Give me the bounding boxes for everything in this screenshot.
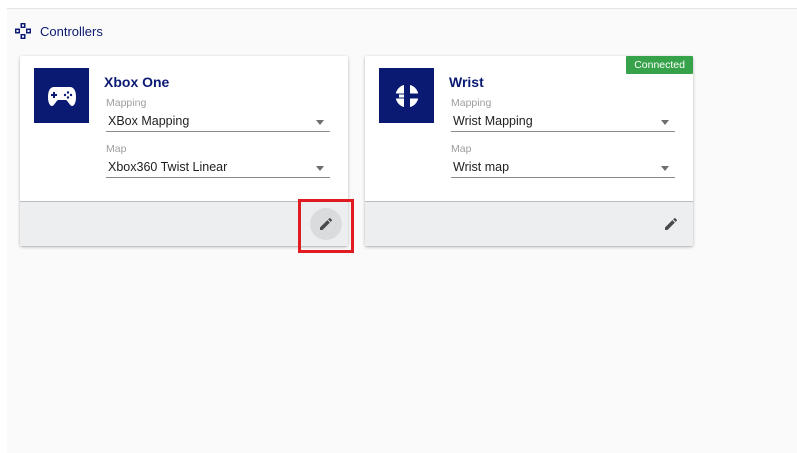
map-select[interactable]: Xbox360 Twist Linear [106, 156, 330, 178]
map-field: Map Wrist map [451, 143, 675, 178]
caret-down-icon [661, 166, 669, 171]
wrist-disc-icon [394, 83, 419, 108]
mapping-select[interactable]: XBox Mapping [106, 110, 330, 132]
status-badge: Connected [626, 56, 693, 74]
map-label: Map [451, 143, 472, 155]
caret-down-icon [316, 120, 324, 125]
highlight-box [298, 199, 354, 253]
card-footer [365, 201, 693, 246]
controller-card-wrist: Connected Wrist Mapping Wrist Mapping Ma… [365, 56, 693, 246]
section-title: Controllers [40, 23, 103, 39]
gamepad-icon [47, 86, 76, 106]
map-value: Wrist map [453, 159, 510, 174]
mapping-value: Wrist Mapping [453, 113, 533, 128]
gamepad-nodes-icon [15, 23, 31, 39]
pencil-icon [665, 217, 678, 230]
controller-name: Wrist [449, 74, 484, 90]
section-header: Controllers [14, 20, 103, 42]
mapping-field: Mapping Wrist Mapping [451, 97, 675, 132]
map-field: Map Xbox360 Twist Linear [106, 143, 330, 178]
controller-name: Xbox One [104, 74, 170, 90]
caret-down-icon [316, 166, 324, 171]
controller-avatar [34, 68, 89, 123]
map-value: Xbox360 Twist Linear [108, 159, 228, 174]
controller-avatar [379, 68, 434, 123]
mapping-select[interactable]: Wrist Mapping [451, 110, 675, 132]
map-select[interactable]: Wrist map [451, 156, 675, 178]
edit-button[interactable] [655, 208, 687, 240]
mapping-field: Mapping XBox Mapping [106, 97, 330, 132]
mapping-label: Mapping [451, 97, 492, 109]
caret-down-icon [661, 120, 669, 125]
mapping-value: XBox Mapping [108, 113, 190, 128]
map-label: Map [106, 143, 127, 155]
mapping-label: Mapping [106, 97, 147, 109]
